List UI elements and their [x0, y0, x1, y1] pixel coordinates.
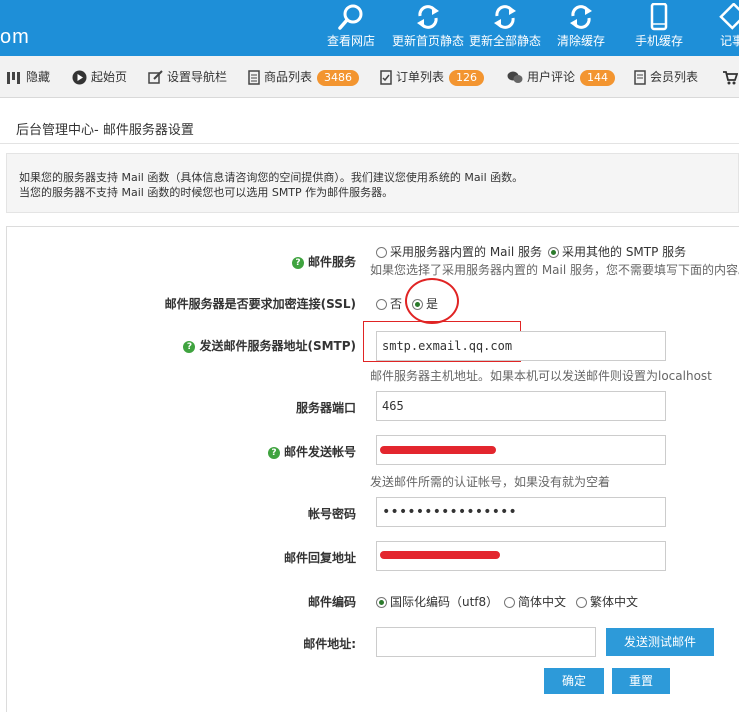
encoding-big5-option[interactable]: 繁体中文 — [576, 593, 638, 610]
product-count-badge: 3486 — [317, 69, 360, 86]
brand-text: om — [0, 26, 30, 48]
test-email-input[interactable] — [376, 627, 596, 657]
hide-icon — [7, 71, 20, 84]
nav-item-label: 商品列表 — [264, 70, 313, 84]
encoding-utf8-option[interactable]: 国际化编码（utf8） — [376, 593, 498, 610]
account-note: 发送邮件所需的认证帐号，如果没有就为空着 — [370, 475, 611, 489]
play-icon — [72, 70, 87, 85]
nav-item-settings[interactable]: 设置导航栏 — [148, 68, 227, 86]
mail-service-note: 如果您选择了采用服务器内置的 Mail 服务，您不需要填写下面的内容。 — [370, 263, 739, 277]
reset-button[interactable]: 重置 — [612, 668, 670, 694]
smtp-host-label: ? 发送邮件服务器地址(SMTP) — [183, 337, 356, 354]
nav-item-members[interactable]: 会员列表 — [634, 68, 698, 86]
top-header: om 查看网店 更新首页静态 更新全部静态 清除缓存 手机缓存 记事 — [0, 0, 739, 56]
view-shop-button[interactable]: 查看网店 — [322, 0, 380, 56]
view-shop-label: 查看网店 — [326, 34, 375, 48]
nav-item-home[interactable]: 起始页 — [72, 68, 127, 86]
page-title-bar: 后台管理中心- 邮件服务器设置 — [0, 104, 739, 144]
reply-label: 邮件回复地址 — [283, 551, 356, 565]
mail-service-builtin-option[interactable]: 采用服务器内置的 Mail 服务 — [376, 243, 542, 260]
nav-item-label: 用户评论 — [527, 70, 576, 84]
update-home-static-label: 更新首页静态 — [391, 34, 464, 48]
search-icon — [338, 4, 363, 30]
send-test-email-button[interactable]: 发送测试邮件 — [606, 628, 714, 656]
nav-item-hide[interactable]: 隐藏 — [6, 68, 50, 86]
order-count-badge: 126 — [449, 69, 485, 86]
nav-item-label: 订单列表 — [396, 70, 445, 84]
clear-cache-label: 清除缓存 — [556, 34, 605, 48]
info-line-2: 当您的服务器不支持 Mail 函数的时候您也可以选用 SMTP 作为邮件服务器。 — [19, 186, 394, 199]
list-icon — [248, 70, 260, 85]
help-icon[interactable]: ? — [291, 256, 304, 269]
ssl-label: 邮件服务器是否要求加密连接(SSL) — [164, 297, 356, 311]
clear-cache-button[interactable]: 清除缓存 — [552, 0, 610, 56]
page-title: 后台管理中心- 邮件服务器设置 — [16, 123, 194, 138]
refresh-icon — [417, 5, 439, 29]
submit-button[interactable]: 确定 — [544, 668, 604, 694]
nav-item-label: 起始页 — [91, 70, 128, 84]
mail-service-label: ? 邮件服务 — [291, 253, 356, 270]
nav-item-label: 隐藏 — [26, 70, 51, 84]
encoding-label: 邮件编码 — [307, 595, 356, 609]
radio-selected-icon — [376, 597, 387, 608]
redaction-mark — [380, 551, 500, 559]
nav-item-label: 设置导航栏 — [167, 70, 228, 84]
nav-item-orders[interactable]: 订单列表 126 — [380, 68, 485, 86]
radio-selected-icon — [548, 247, 559, 258]
mobile-cache-button[interactable]: 手机缓存 — [630, 0, 688, 56]
radio-icon — [504, 597, 515, 608]
mail-service-smtp-option[interactable]: 采用其他的 SMTP 服务 — [548, 243, 686, 260]
account-label: ? 邮件发送帐号 — [267, 443, 356, 460]
nav-item-products[interactable]: 商品列表 3486 — [248, 68, 360, 86]
nav-bar: 隐藏 起始页 设置导航栏 商品列表 3486 订单列表 126 用户评论 144 会员 — [0, 56, 739, 98]
port-input[interactable]: 465 — [376, 391, 666, 421]
edit-icon — [148, 70, 163, 84]
info-notice: 如果您的服务器支持 Mail 函数（具体信息请咨询您的空间提供商）。我们建议您使… — [6, 153, 739, 213]
encoding-gbk-option[interactable]: 简体中文 — [504, 593, 566, 610]
password-label: 帐号密码 — [307, 507, 356, 521]
mobile-cache-label: 手机缓存 — [634, 34, 683, 48]
refresh-icon — [570, 5, 592, 29]
update-all-static-label: 更新全部静态 — [468, 34, 541, 48]
smtp-host-note: 邮件服务器主机地址。如果本机可以发送邮件则设置为localhost — [370, 369, 712, 383]
note-icon — [719, 3, 739, 30]
radio-icon — [376, 247, 387, 258]
ssl-no-option[interactable]: 否 — [376, 295, 402, 312]
smtp-host-input[interactable]: smtp.exmail.qq.com — [376, 331, 666, 361]
update-home-static-button[interactable]: 更新首页静态 — [390, 0, 466, 56]
password-input[interactable]: •••••••••••••••• — [376, 497, 666, 527]
port-label: 服务器端口 — [295, 401, 356, 415]
comment-icon — [507, 71, 523, 83]
comment-count-badge: 144 — [580, 69, 616, 86]
nav-item-more[interactable] — [722, 68, 739, 86]
member-icon — [634, 70, 646, 85]
mobile-icon — [650, 3, 668, 31]
notes-label: 记事 — [719, 34, 739, 48]
nav-item-label: 会员列表 — [650, 70, 699, 84]
help-icon[interactable]: ? — [183, 340, 196, 353]
update-all-static-button[interactable]: 更新全部静态 — [467, 0, 543, 56]
help-icon[interactable]: ? — [267, 446, 280, 459]
info-line-1: 如果您的服务器支持 Mail 函数（具体信息请咨询您的空间提供商）。我们建议您使… — [19, 171, 524, 184]
test-email-label: 邮件地址: — [303, 637, 356, 651]
order-icon — [380, 70, 392, 85]
nav-item-comments[interactable]: 用户评论 144 — [507, 68, 616, 86]
radio-icon — [376, 299, 387, 310]
cart-icon — [723, 71, 738, 85]
notes-button[interactable]: 记事 — [712, 0, 739, 56]
redaction-mark — [380, 446, 496, 454]
ssl-annotation-circle — [405, 278, 459, 324]
radio-icon — [576, 597, 587, 608]
refresh-icon — [494, 5, 516, 29]
